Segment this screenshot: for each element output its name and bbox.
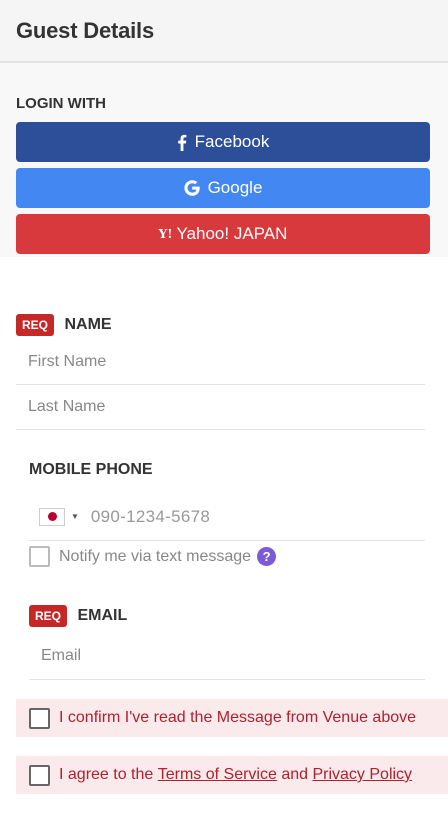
agree-terms-checkbox[interactable] [29,764,50,786]
email-section: REQ EMAIL Email [29,605,425,680]
login-with-title: LOGIN WITH [16,95,106,112]
email-input[interactable]: Email [29,633,425,680]
confirm-message-label: I confirm I've read the Message from Ven… [59,709,417,726]
privacy-policy-link[interactable]: Privacy Policy [312,766,412,784]
first-name-input[interactable]: First Name [16,340,425,385]
email-label: EMAIL [77,607,128,624]
agree-prefix: I agree to the [59,766,158,783]
last-name-input[interactable]: Last Name [16,385,425,430]
mobile-phone-label: MOBILE PHONE [29,461,153,478]
japan-flag-icon[interactable] [39,507,65,526]
facebook-icon [177,134,187,151]
google-login-label: Google [207,178,263,197]
agree-and: and [276,766,313,783]
notify-text-checkbox[interactable] [29,546,50,567]
mobile-phone-section: MOBILE PHONE ▼ 090-1234-5678 [29,461,425,541]
page-title: Guest Details [16,18,155,43]
terms-of-service-link[interactable]: Terms of Service [158,766,277,784]
help-icon[interactable]: ? [257,547,277,566]
yahoo-icon: Y! [158,227,173,241]
page-header: Guest Details [0,0,448,63]
chevron-down-icon[interactable]: ▼ [71,512,79,521]
google-icon [183,180,200,196]
google-login-button[interactable]: Google [16,168,430,208]
name-section: REQ NAME First Name Last Name [16,314,425,430]
facebook-login-button[interactable]: Facebook [16,122,430,162]
phone-input-row: ▼ 090-1234-5678 [29,493,425,541]
yahoo-japan-login-label: Yahoo! JAPAN [176,224,288,243]
yahoo-japan-login-button[interactable]: Y! Yahoo! JAPAN [16,214,430,254]
confirm-message-row: I confirm I've read the Message from Ven… [16,699,448,737]
phone-input[interactable]: 090-1234-5678 [91,507,210,527]
required-badge: REQ [16,314,55,336]
required-badge: REQ [29,605,68,627]
name-label: NAME [64,316,112,333]
notify-text-row: Notify me via text message ? [29,546,277,567]
notify-text-label: Notify me via text message [59,547,252,565]
facebook-login-label: Facebook [194,132,270,151]
confirm-message-checkbox[interactable] [29,707,50,729]
agree-terms-row: I agree to the Terms of Service and Priv… [16,756,448,794]
login-section: LOGIN WITH Facebook Google Y! Yahoo! JAP… [0,63,448,257]
